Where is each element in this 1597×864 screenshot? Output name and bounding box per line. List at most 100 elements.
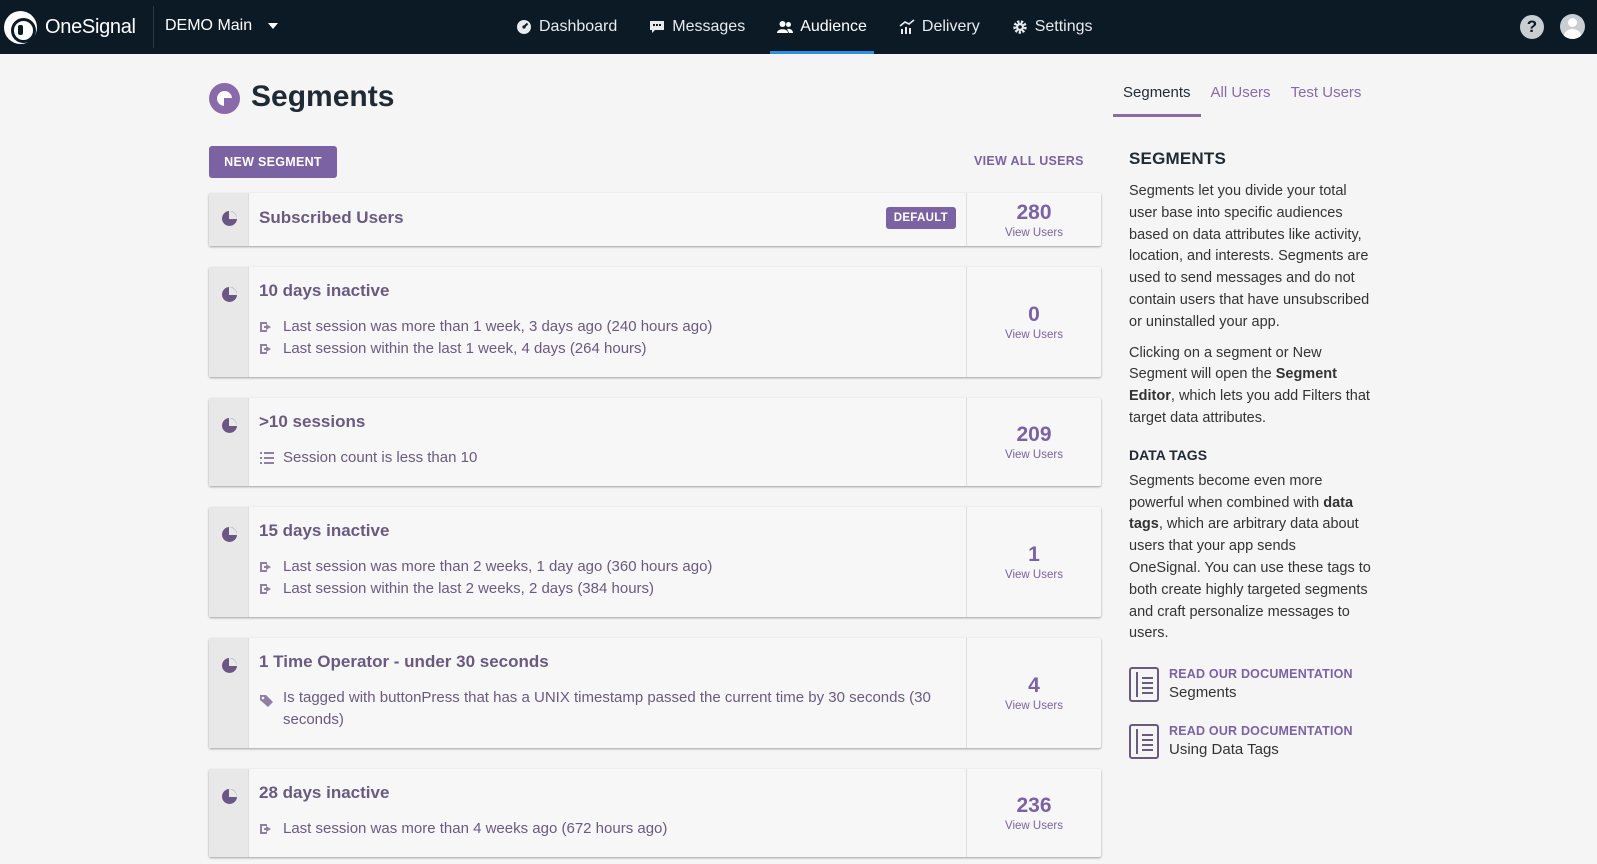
doc-kicker[interactable]: READ OUR DOCUMENTATION [1169, 667, 1353, 681]
tab-all-users[interactable]: All Users [1201, 82, 1281, 117]
session-icon [260, 824, 271, 834]
segment-gutter [209, 398, 249, 486]
book-icon [1129, 667, 1159, 703]
help-sidebar: SEGMENTS Segments let you divide your to… [1129, 149, 1371, 760]
segment-count[interactable]: 209 View Users [966, 398, 1101, 486]
nav-delivery[interactable]: Delivery [883, 0, 996, 54]
doc-title[interactable]: Using Data Tags [1169, 741, 1353, 758]
segment-card[interactable]: 28 days inactive Last session was more t… [209, 769, 1101, 857]
sidebar-description: Segments let you divide your total user … [1129, 183, 1370, 330]
segment-count[interactable]: 4 View Users [966, 638, 1101, 748]
segment-name: 28 days inactive [259, 783, 390, 802]
filter-item: Last session was more than 1 week, 3 day… [259, 316, 956, 338]
filter-item: Last session within the last 2 weeks, 2 … [259, 578, 956, 600]
messages-icon [650, 21, 665, 33]
view-users-link[interactable]: View Users [1005, 329, 1063, 341]
tag-icon [260, 695, 273, 707]
view-users-link[interactable]: View Users [1005, 227, 1063, 239]
nav-divider [153, 6, 154, 48]
view-all-users-link[interactable]: VIEW ALL USERS [974, 154, 1084, 168]
segment-gutter [209, 507, 249, 617]
view-users-link[interactable]: View Users [1005, 700, 1063, 712]
filter-text: Is tagged with buttonPress that has a UN… [283, 689, 931, 728]
tags-text-c: , which are arbitrary data about users t… [1129, 516, 1371, 642]
segment-count[interactable]: 280 View Users [966, 193, 1101, 246]
new-segment-button[interactable]: NEW SEGMENT [209, 146, 337, 178]
doc-title[interactable]: Segments [1169, 684, 1353, 701]
segment-gutter [209, 638, 249, 748]
session-icon [260, 322, 271, 332]
data-tags-text: Segments become even more powerful when … [1129, 471, 1371, 645]
segment-card[interactable]: 1 Time Operator - under 30 seconds Is ta… [209, 638, 1101, 748]
nav-audience-label: Audience [800, 18, 867, 35]
app-selector[interactable]: DEMO Main [165, 17, 279, 35]
segment-name: Subscribed Users [259, 208, 404, 227]
filter-item: Last session was more than 2 weeks, 1 da… [259, 556, 956, 578]
onesignal-logo-icon [4, 11, 37, 44]
user-count: 209 [1016, 423, 1052, 446]
nav-messages[interactable]: Messages [633, 0, 761, 54]
segment-gutter [209, 193, 249, 246]
avatar[interactable] [1560, 14, 1585, 39]
segment-card[interactable]: 10 days inactive Last session was more t… [209, 267, 1101, 377]
segment-count[interactable]: 1 View Users [966, 507, 1101, 617]
segment-body: Subscribed Users DEFAULT [249, 193, 966, 246]
list-icon [260, 452, 274, 464]
pie-chart-icon [222, 211, 237, 226]
filter-list: Session count is less than 10 [259, 447, 956, 469]
segment-name: >10 sessions [259, 412, 366, 431]
sidebar-heading: SEGMENTS [1129, 149, 1227, 168]
filter-item: Is tagged with buttonPress that has a UN… [259, 687, 956, 731]
book-icon [1129, 724, 1159, 760]
app-name: DEMO Main [165, 17, 253, 34]
segment-body: 28 days inactive Last session was more t… [249, 769, 966, 857]
nav-settings-label: Settings [1034, 18, 1093, 35]
help-icon[interactable]: ? [1520, 15, 1544, 39]
filter-item: Session count is less than 10 [259, 447, 956, 469]
doc-link-segments[interactable]: READ OUR DOCUMENTATION Segments [1129, 667, 1371, 703]
tab-test-users[interactable]: Test Users [1281, 82, 1372, 117]
session-icon [260, 562, 271, 572]
view-users-link[interactable]: View Users [1005, 820, 1063, 832]
segment-name: 1 Time Operator - under 30 seconds [259, 652, 549, 671]
filter-text: Last session was more than 1 week, 3 day… [283, 318, 713, 335]
filter-item: Last session was more than 4 weeks ago (… [259, 818, 956, 840]
nav-audience[interactable]: Audience [761, 0, 883, 54]
tab-segments[interactable]: Segments [1113, 82, 1201, 117]
dashboard-icon [517, 20, 531, 34]
segment-name: 10 days inactive [259, 281, 390, 300]
filter-text: Last session was more than 2 weeks, 1 da… [283, 558, 713, 575]
segment-count[interactable]: 236 View Users [966, 769, 1101, 857]
doc-link-data-tags[interactable]: READ OUR DOCUMENTATION Using Data Tags [1129, 724, 1371, 760]
pie-chart-icon [222, 658, 237, 673]
audience-icon [777, 21, 794, 33]
segment-count[interactable]: 0 View Users [966, 267, 1101, 377]
session-icon [260, 584, 271, 594]
onesignal-logo[interactable]: OneSignal [4, 11, 136, 44]
page-title: Segments [251, 80, 395, 113]
main-nav: Dashboard Messages Audience Delivery Set… [500, 0, 1109, 54]
user-count: 236 [1016, 794, 1052, 817]
doc-kicker[interactable]: READ OUR DOCUMENTATION [1169, 724, 1353, 738]
segment-card[interactable]: 15 days inactive Last session was more t… [209, 507, 1101, 617]
brand-name: OneSignal [45, 16, 136, 38]
doc-text: READ OUR DOCUMENTATION Segments [1169, 667, 1353, 702]
delivery-icon [899, 19, 915, 34]
sidebar-editor-text: Clicking on a segment or New Segment wil… [1129, 343, 1371, 430]
segment-card[interactable]: >10 sessions Session count is less than … [209, 398, 1101, 486]
segment-gutter [209, 267, 249, 377]
view-users-link[interactable]: View Users [1005, 569, 1063, 581]
user-count: 0 [1028, 303, 1040, 326]
nav-messages-label: Messages [672, 18, 746, 35]
filter-item: Last session within the last 1 week, 4 d… [259, 338, 956, 360]
nav-settings[interactable]: Settings [996, 0, 1109, 54]
filter-text: Last session was more than 4 weeks ago (… [283, 820, 668, 837]
view-users-link[interactable]: View Users [1005, 449, 1063, 461]
nav-dashboard[interactable]: Dashboard [500, 0, 633, 54]
doc-text: READ OUR DOCUMENTATION Using Data Tags [1169, 724, 1353, 759]
filter-text: Session count is less than 10 [283, 449, 478, 466]
segment-name: 15 days inactive [259, 521, 390, 540]
segment-body: 1 Time Operator - under 30 seconds Is ta… [249, 638, 966, 748]
segment-card[interactable]: Subscribed Users DEFAULT 280 View Users [209, 193, 1101, 246]
default-badge: DEFAULT [885, 207, 956, 229]
